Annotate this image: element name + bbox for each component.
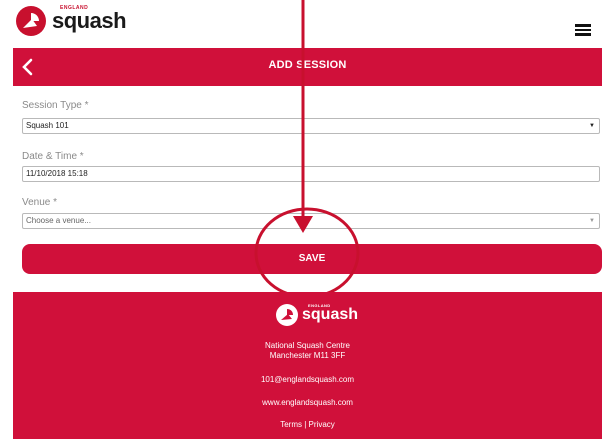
save-button[interactable]: SAVE — [22, 244, 602, 274]
venue-select[interactable]: Choose a venue... ▼ — [22, 213, 600, 229]
logo-small-text: ENGLAND — [60, 5, 89, 11]
chevron-down-icon: ▼ — [589, 218, 595, 224]
footer-logo-word: ENGLAND squash — [302, 303, 359, 324]
england-squash-logo[interactable]: ENGLAND squash — [14, 4, 127, 38]
date-time-value: 11/10/2018 15:18 — [26, 169, 88, 178]
footer-logo-small: ENGLAND — [308, 303, 331, 308]
top-header: ENGLAND squash — [0, 0, 602, 47]
footer-logo-name: squash — [302, 306, 359, 323]
footer-logo[interactable]: ENGLAND squash — [275, 303, 358, 327]
footer-separator: | — [304, 420, 307, 429]
chevron-down-icon: ▼ — [589, 123, 595, 129]
footer-email-link[interactable]: 101@englandsquash.com — [13, 375, 602, 384]
squash-logo-icon — [276, 304, 298, 326]
footer-privacy-link[interactable]: Privacy — [309, 420, 335, 429]
logo-text: ENGLAND squash — [52, 5, 127, 34]
page-title-bar: ADD SESSION — [13, 48, 602, 86]
session-type-value: Squash 101 — [26, 121, 69, 130]
footer-legal-links: Terms | Privacy — [13, 420, 602, 429]
page-title: ADD SESSION — [268, 59, 347, 71]
footer-website-link[interactable]: www.englandsquash.com — [13, 398, 602, 407]
venue-placeholder: Choose a venue... — [26, 216, 91, 225]
squash-logo-icon — [16, 6, 46, 36]
hamburger-menu-icon[interactable] — [575, 24, 591, 36]
site-footer: ENGLAND squash National Squash Centre Ma… — [13, 292, 602, 439]
session-type-label: Session Type * — [22, 100, 89, 111]
footer-terms-link[interactable]: Terms — [280, 420, 302, 429]
footer-address-line1: National Squash Centre — [265, 341, 350, 350]
footer-address-line2: Manchester M11 3FF — [269, 351, 346, 360]
date-time-label: Date & Time * — [22, 151, 84, 162]
venue-label: Venue * — [22, 197, 58, 208]
logo-word: squash — [52, 8, 127, 33]
session-type-select[interactable]: Squash 101 ▼ — [22, 118, 600, 134]
date-time-input[interactable]: 11/10/2018 15:18 — [22, 166, 600, 182]
